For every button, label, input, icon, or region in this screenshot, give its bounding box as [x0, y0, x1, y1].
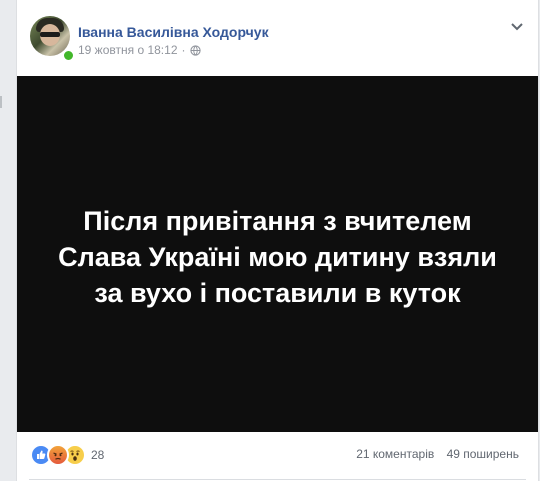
online-status-icon	[62, 49, 75, 62]
reactions-summary[interactable]: 28	[30, 444, 104, 466]
chevron-down-icon[interactable]	[510, 22, 524, 32]
angry-icon	[47, 444, 69, 466]
post-card: Іванна Василівна Ходорчук 19 жовтня о 18…	[16, 0, 539, 481]
author-name[interactable]: Іванна Василівна Ходорчук	[78, 24, 269, 40]
post-header: Іванна Василівна Ходорчук 19 жовтня о 18…	[17, 0, 538, 76]
footer-divider	[29, 479, 526, 480]
engagement-stats: 21 коментарів 49 поширень	[356, 447, 519, 461]
scroll-marker	[0, 96, 2, 108]
post-footer: 28 21 коментарів 49 поширень	[17, 432, 538, 481]
comments-count-link[interactable]: 21 коментарів	[356, 447, 434, 461]
post-image[interactable]: Після привітання з вчителем Слава Україн…	[17, 76, 538, 432]
post-image-text: Після привітання з вчителем Слава Україн…	[58, 206, 497, 308]
feed-left-edge	[0, 0, 8, 481]
meta-separator: ·	[181, 43, 186, 57]
shares-count-link[interactable]: 49 поширень	[447, 447, 519, 461]
post-timestamp[interactable]: 19 жовтня о 18:12	[78, 43, 178, 57]
avatar-glasses	[40, 32, 60, 37]
post-meta: 19 жовтня о 18:12 ·	[78, 43, 201, 57]
globe-icon[interactable]	[189, 44, 201, 56]
reaction-count: 28	[91, 448, 105, 462]
